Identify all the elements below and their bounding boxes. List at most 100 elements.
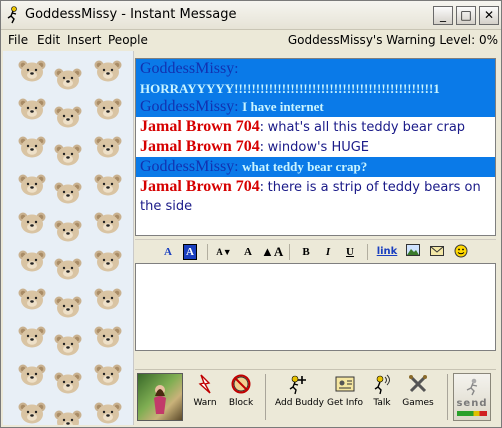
teddy-bear-icon <box>17 173 47 197</box>
decrease-font-button[interactable]: A▼ <box>215 244 233 260</box>
teddy-bear-icon <box>53 67 83 91</box>
message-colon: : <box>234 61 239 77</box>
teddy-bear-icon <box>17 97 47 121</box>
message-text: what teddy bear crap? <box>242 159 368 174</box>
chat-message: GoddessMissy: I have internet <box>136 97 495 117</box>
maximize-button[interactable]: □ <box>456 6 476 25</box>
teddy-bear-icon <box>53 371 83 395</box>
toolbar-separator <box>289 244 290 260</box>
chat-message: Jamal Brown 704: there is a strip of ted… <box>136 177 495 215</box>
message-colon: : <box>259 119 268 135</box>
games-icon <box>409 375 427 393</box>
teddy-bear-icon <box>53 181 83 205</box>
block-button[interactable]: Block <box>223 373 259 421</box>
underline-button[interactable]: U <box>343 244 357 260</box>
menu-bar: File Edit Insert People GoddessMissy's W… <box>1 30 501 50</box>
warn-button[interactable]: Warn <box>187 373 223 421</box>
message-text: HORRAYYYYY!!!!!!!!!!!!!!!!!!!!!!!!!!!!!!… <box>140 81 440 96</box>
block-icon <box>231 374 251 394</box>
talk-icon <box>374 374 390 395</box>
teddy-bear-icon <box>17 59 47 83</box>
menu-edit[interactable]: Edit <box>37 33 60 47</box>
background-color-button[interactable]: A <box>183 244 197 260</box>
increase-font-button[interactable]: ▲A <box>261 244 283 260</box>
games-label: Games <box>402 398 434 408</box>
teddy-bear-icon <box>53 257 83 281</box>
message-sender: Jamal Brown 704 <box>140 178 260 195</box>
teddy-bear-icon <box>53 295 83 319</box>
get-info-button[interactable]: Get Info <box>325 373 365 421</box>
message-colon: : <box>234 99 243 115</box>
add-buddy-button[interactable]: Add Buddy <box>275 373 324 421</box>
bottom-toolbar: Warn Block Add Buddy Get Info Talk Games… <box>135 369 496 426</box>
menu-insert[interactable]: Insert <box>67 33 101 47</box>
warning-level: GoddessMissy's Warning Level: 0% <box>287 33 498 47</box>
buddy-icon-photo[interactable] <box>137 373 183 421</box>
chat-history[interactable]: GoddessMissy: HORRAYYYYY!!!!!!!!!!!!!!!!… <box>135 58 496 236</box>
warn-label: Warn <box>193 398 217 408</box>
message-sender: GoddessMissy <box>140 158 235 175</box>
teddy-bear-icon <box>93 401 123 425</box>
minimize-button[interactable]: _ <box>433 6 453 25</box>
teddy-bear-icon <box>93 173 123 197</box>
normal-font-button[interactable]: A <box>241 244 255 260</box>
message-colon: : <box>259 139 268 155</box>
window-title: GoddessMissy - Instant Message <box>25 7 237 22</box>
games-button[interactable]: Games <box>399 373 437 421</box>
send-button[interactable]: send <box>453 373 491 421</box>
im-window: GoddessMissy - Instant Message _ □ ✕ Fil… <box>0 0 502 428</box>
message-sender: GoddessMissy <box>140 60 235 77</box>
title-bar[interactable]: GoddessMissy - Instant Message _ □ ✕ <box>1 1 501 30</box>
insert-link-button[interactable]: link <box>375 244 399 260</box>
toolbar-separator <box>265 374 266 420</box>
italic-button[interactable]: I <box>321 244 335 260</box>
toolbar-separator <box>207 244 208 260</box>
smiley-icon[interactable] <box>453 244 469 260</box>
message-colon: : <box>234 159 243 175</box>
block-label: Block <box>228 398 254 408</box>
menu-people[interactable]: People <box>108 33 148 47</box>
teddy-bear-icon <box>93 135 123 159</box>
message-compose-input[interactable] <box>135 263 496 351</box>
chat-message: GoddessMissy: what teddy bear crap? <box>136 157 495 177</box>
teddy-bear-icon <box>17 401 47 425</box>
teddy-bear-icon <box>17 287 47 311</box>
teddy-bear-icon <box>17 211 47 235</box>
chat-message: Jamal Brown 704: what's all this teddy b… <box>136 117 495 137</box>
add-buddy-icon <box>289 375 306 395</box>
send-rate-meter <box>457 411 487 416</box>
message-text: what's all this teddy bear crap <box>267 120 466 135</box>
teddy-bear-icon <box>93 211 123 235</box>
teddy-bear-icon <box>53 143 83 167</box>
talk-button[interactable]: Talk <box>367 373 397 421</box>
teddy-bear-icon <box>17 363 47 387</box>
message-sender: Jamal Brown 704 <box>140 118 260 135</box>
lightning-icon <box>198 374 211 394</box>
teddy-bear-icon <box>93 97 123 121</box>
teddy-bear-icon <box>93 249 123 273</box>
toolbar-separator <box>367 244 368 260</box>
insert-mail-icon[interactable] <box>429 244 445 260</box>
info-card-icon <box>335 376 355 392</box>
teddy-bear-icon <box>93 363 123 387</box>
teddy-bear-icon <box>17 249 47 273</box>
teddy-bear-icon <box>53 409 83 425</box>
get-info-label: Get Info <box>327 398 363 408</box>
chat-message: GoddessMissy: HORRAYYYYY!!!!!!!!!!!!!!!!… <box>136 59 495 97</box>
menu-file[interactable]: File <box>8 33 28 47</box>
bold-button[interactable]: B <box>299 244 313 260</box>
message-colon: : <box>259 179 268 195</box>
close-button[interactable]: ✕ <box>479 6 499 25</box>
insert-image-icon[interactable] <box>405 244 421 260</box>
message-text: I have internet <box>242 99 324 114</box>
teddy-bear-icon <box>17 325 47 349</box>
add-buddy-label: Add Buddy <box>275 398 324 408</box>
teddy-bear-icon <box>93 287 123 311</box>
talk-label: Talk <box>373 398 391 408</box>
text-color-button[interactable]: A <box>161 244 175 260</box>
teddy-bear-strip <box>3 51 134 425</box>
teddy-bear-icon <box>53 333 83 357</box>
message-text: window's HUGE <box>267 140 370 155</box>
teddy-bear-icon <box>53 105 83 129</box>
teddy-bear-icon <box>53 219 83 243</box>
